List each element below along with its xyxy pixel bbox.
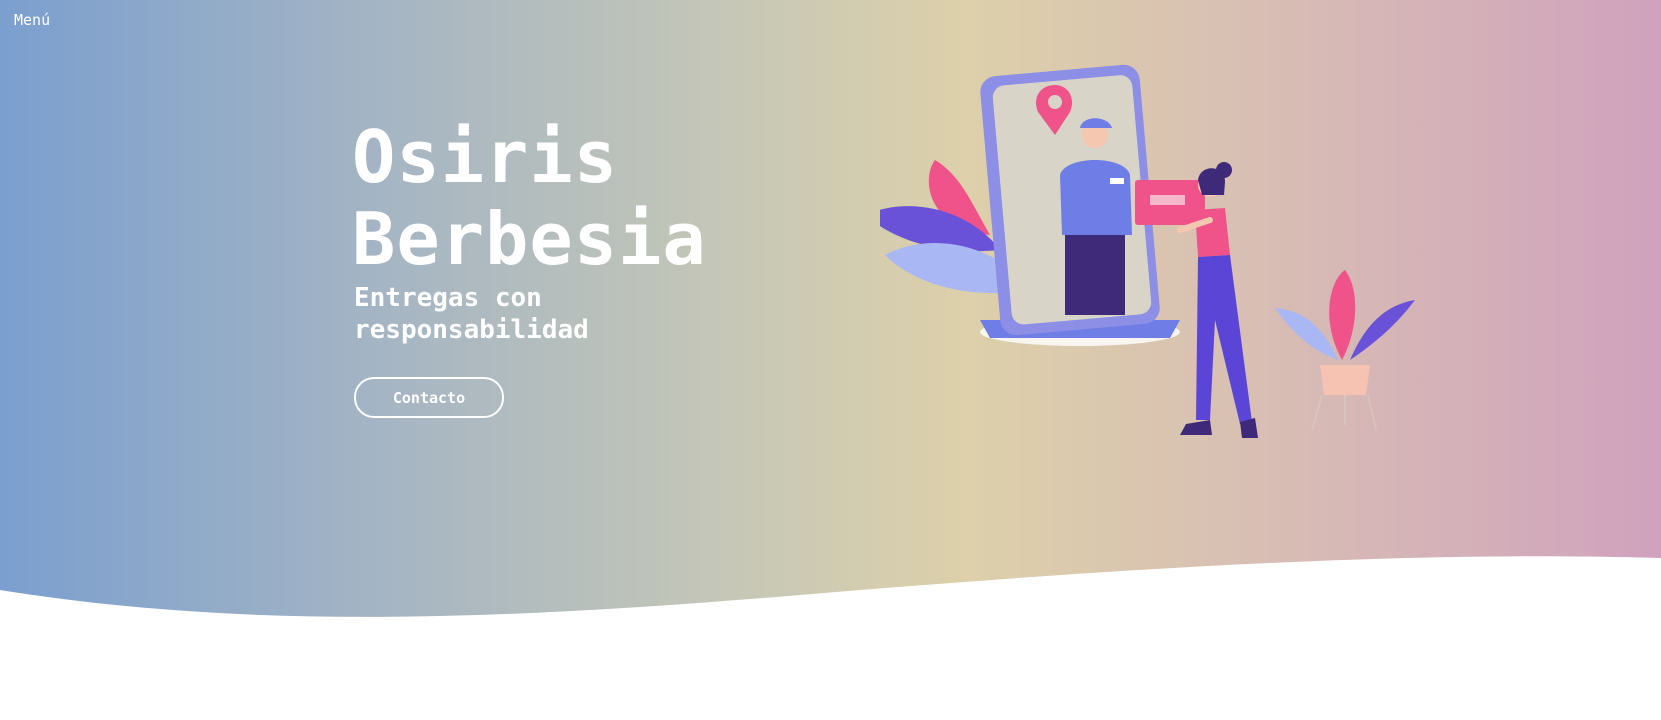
hero-title-line1: Osiris <box>352 115 619 199</box>
hero-title-line2: Berbesia <box>352 197 707 281</box>
menu-button[interactable]: Menú <box>14 11 50 29</box>
hero-wave-divider <box>0 556 1661 720</box>
delivery-illustration-icon <box>880 64 1415 438</box>
contact-button[interactable]: Contacto <box>354 377 504 418</box>
hero-title: Osiris Berbesia <box>352 116 707 280</box>
hero-subtitle: Entregas con responsabilidad <box>354 283 589 345</box>
